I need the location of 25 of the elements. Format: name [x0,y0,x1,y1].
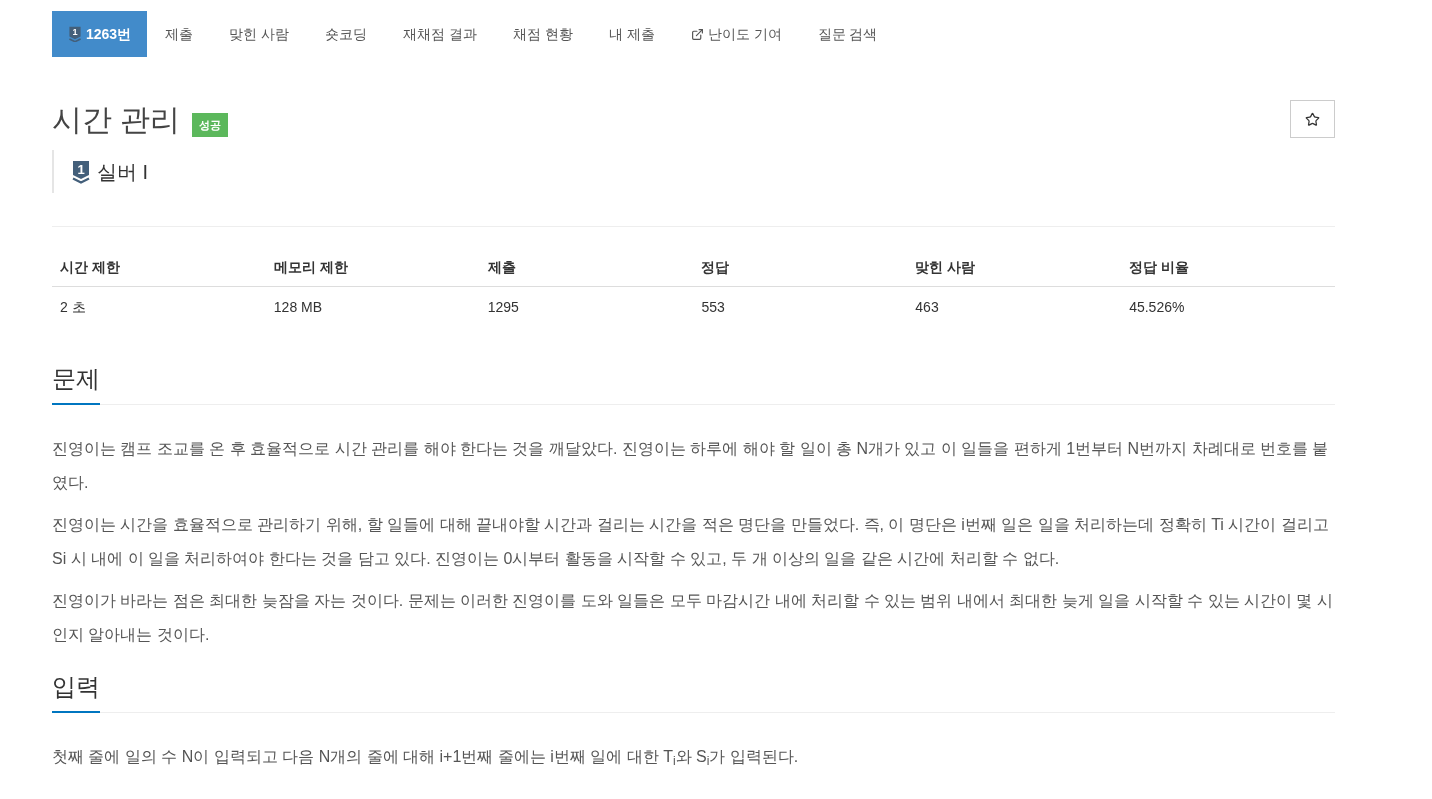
status-badge: 성공 [192,113,229,137]
nav-tab[interactable]: 1 1263번 [52,11,148,57]
table-header-cell: 정답 [693,248,908,287]
tier-label: 실버 I [97,159,149,184]
section-heading: 입력 [52,670,100,713]
paragraph: 진영이는 시간을 효율적으로 관리하기 위해, 할 일들에 대해 끝내야할 시간과 걸리는 시간을 적은 명단을 만들었다. 즉, 이 명단은 i번째 일은 일을 처리하는데 정확히 Ti 시간이 걸리고 Si 시 내에 이 일을 처리하여야 한다는 것을 담고 있다. 진영이는 0시부터 활동을 시작할 수 있고, 두 개 이상의 일을 같은 시간에 처리할 수 없다. [52,515,1330,569]
table-header-cell: 정답 비율 [1121,248,1335,287]
table-cell: 45.526% [1121,286,1335,327]
star-icon [1305,111,1320,127]
star-button[interactable] [1290,100,1335,138]
table-cell: 128 MB [265,286,480,327]
table-header-cell: 제출 [479,248,694,287]
section-heading: 문제 [52,362,100,405]
external-link-icon [690,27,704,41]
table-cell: 553 [693,286,908,327]
table-header-cell: 시간 제한 [52,248,266,287]
paragraph: 첫째 줄에 일의 수 N이 입력되고 다음 N개의 줄에 대해 i+1번째 줄에는 i번째 일에 대한 T$_{i}$와 S$_{i}$가 입력된다. [52,747,800,770]
table-header-cell: 맞힌 사람 [907,248,1122,287]
problem-title: 시간 관리 [52,102,181,138]
table-cell: 2 초 [52,286,266,327]
paragraph: 진영이가 바라는 점은 최대한 늦잠을 자는 것이다. 문제는 이러한 진영이를 도와 일들은 모두 마감시간 내에 처리할 수 있는 범위 내에서 최대한 늦게 일을 시작할 수 있는 시간이 몇 시인지 알아내는 것이다. [52,591,1334,645]
table-header-cell: 메모리 제한 [265,248,480,287]
paragraph: 진영이는 캠프 조교를 온 후 효율적으로 시간 관리를 해야 한다는 것을 깨달았다. 진영이는 하루에 해야 할 일이 총 N개가 있고 이 일들을 편하게 1번부터 N번까지 차례대로 번호를 붙였다. [52,439,1330,493]
table-cell: 1295 [479,286,694,327]
table-cell: 463 [907,286,1122,327]
